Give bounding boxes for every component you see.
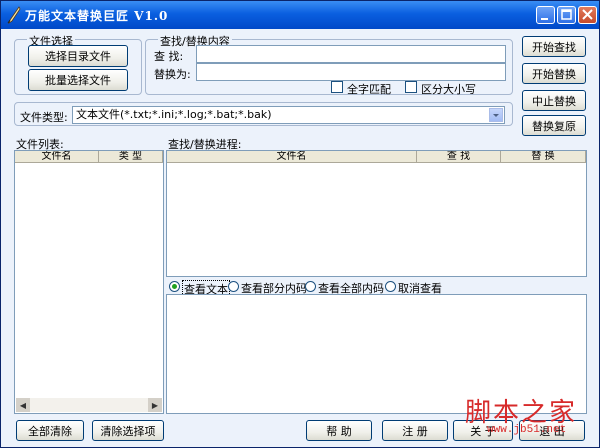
- help-button[interactable]: 帮 助: [306, 420, 372, 441]
- find-label: 查 找:: [154, 50, 184, 63]
- main-window: 万能文本替换巨匠 V1.0 文件选择 选择目录文件 批量选择文件 查找/替换内容…: [0, 0, 600, 448]
- cancel-view-radio[interactable]: [385, 281, 396, 292]
- select-dir-files-button[interactable]: 选择目录文件: [28, 45, 128, 67]
- progress-col-replace[interactable]: 替 换: [501, 151, 586, 163]
- close-icon: [582, 9, 593, 20]
- replace-label: 替换为:: [154, 68, 191, 81]
- progress-list-header: 文件名 查 找 替 换: [167, 151, 586, 163]
- file-list-col-type[interactable]: 类 型: [99, 151, 163, 163]
- app-quill-icon: [7, 6, 21, 24]
- find-input[interactable]: [196, 45, 506, 63]
- match-case-label: 区分大小写: [421, 83, 476, 96]
- maximize-icon: [561, 9, 572, 20]
- file-list-col-name[interactable]: 文件名: [15, 151, 99, 163]
- file-list-header: 文件名 类 型: [15, 151, 163, 163]
- dropdown-arrow-icon[interactable]: [489, 108, 503, 122]
- close-button[interactable]: [578, 6, 597, 24]
- match-case-checkbox[interactable]: [405, 81, 417, 93]
- restore-button[interactable]: 替换复原: [522, 115, 586, 136]
- title-bar[interactable]: 万能文本替换巨匠 V1.0: [1, 1, 599, 29]
- clear-selected-button[interactable]: 清除选择项: [92, 420, 164, 441]
- window-title: 万能文本替换巨匠 V1.0: [25, 9, 169, 23]
- file-type-value: 文本文件(*.txt;*.ini;*.log;*.bat;*.bak): [76, 108, 272, 121]
- whole-word-label: 全字匹配: [347, 83, 391, 96]
- file-list-hscrollbar[interactable]: ◀ ▶: [16, 398, 162, 412]
- maximize-button[interactable]: [557, 6, 576, 24]
- clear-all-button[interactable]: 全部清除: [16, 420, 84, 441]
- start-replace-button[interactable]: 开始替换: [522, 63, 586, 84]
- minimize-icon: [541, 18, 548, 20]
- replace-input[interactable]: [196, 63, 506, 81]
- file-list[interactable]: 文件名 类 型 ◀ ▶: [14, 150, 164, 414]
- whole-word-checkbox[interactable]: [331, 81, 343, 93]
- site-watermark: 脚本之家 www.jb51.net: [457, 392, 597, 444]
- batch-select-files-button[interactable]: 批量选择文件: [28, 69, 128, 91]
- progress-list[interactable]: 文件名 查 找 替 换: [166, 150, 587, 277]
- minimize-button[interactable]: [536, 6, 555, 24]
- progress-col-name[interactable]: 文件名: [167, 151, 417, 163]
- watermark-url: www.jb51.net: [487, 424, 567, 436]
- view-text-radio[interactable]: [169, 281, 180, 292]
- file-type-select[interactable]: 文本文件(*.txt;*.ini;*.log;*.bat;*.bak): [72, 106, 505, 124]
- register-button[interactable]: 注 册: [382, 420, 448, 441]
- file-type-label: 文件类型:: [20, 111, 68, 124]
- scroll-left-icon[interactable]: ◀: [16, 398, 30, 412]
- progress-col-find[interactable]: 查 找: [417, 151, 501, 163]
- stop-replace-button[interactable]: 中止替换: [522, 90, 586, 111]
- scroll-right-icon[interactable]: ▶: [148, 398, 162, 412]
- view-partial-radio[interactable]: [228, 281, 239, 292]
- view-all-radio[interactable]: [305, 281, 316, 292]
- start-find-button[interactable]: 开始查找: [522, 36, 586, 57]
